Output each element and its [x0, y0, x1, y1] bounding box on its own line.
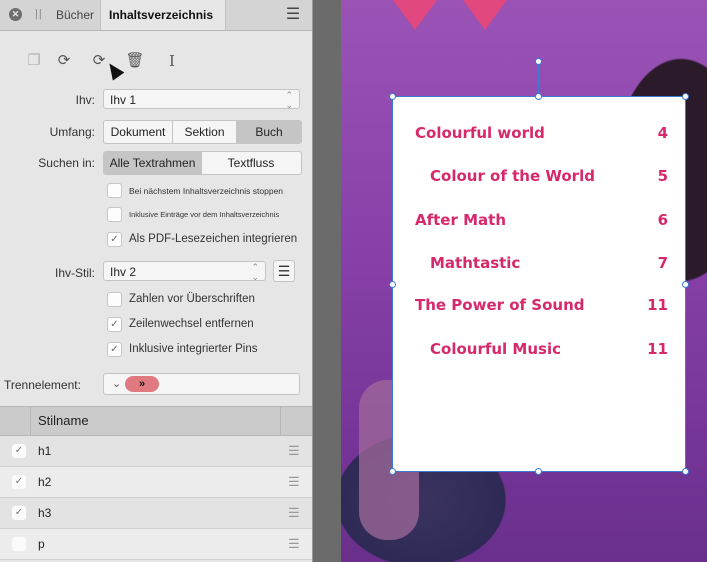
toc-entry-page: 6	[657, 211, 668, 229]
rotate-handle[interactable]	[535, 58, 542, 65]
checkbox[interactable]: ✓	[12, 475, 26, 489]
rotation-stem	[538, 62, 539, 96]
umfang-segmented: Dokument Sektion Buch	[103, 120, 302, 144]
panel-tabbar: ✕ || Bücher Inhaltsverzeichnis ☰	[0, 0, 312, 31]
option-label: Inklusive Einträge vor dem Inhaltsverzei…	[129, 210, 280, 219]
toc-entry-title: Colourful Music	[430, 340, 561, 358]
style-name: p	[38, 537, 45, 551]
stepper-icon: ⌃ ⌄	[285, 90, 293, 110]
option-label: Bei nächstem Inhaltsverzeichnis stoppen	[129, 186, 284, 196]
resize-handle[interactable]	[535, 93, 542, 100]
style-name: h2	[38, 475, 52, 489]
toc-entry-page: 5	[657, 167, 668, 185]
pink-graphic	[463, 0, 507, 30]
suchen-textfluss[interactable]: Textfluss	[202, 152, 300, 174]
checkbox[interactable]: ✓	[12, 444, 26, 458]
text-cursor-icon[interactable]: I	[162, 51, 182, 71]
stil-select[interactable]: Ihv 2 ⌃ ⌄	[103, 261, 266, 282]
toc-entry-title: Mathtastic	[430, 254, 521, 272]
document-canvas[interactable]: Colourful world 4 Colour of the World 5 …	[313, 0, 707, 562]
hamburger-icon[interactable]: ☰	[284, 6, 302, 24]
umfang-buch[interactable]: Buch	[237, 121, 301, 143]
refresh-icon[interactable]: ⟳	[54, 51, 74, 71]
checkbox[interactable]	[107, 183, 122, 198]
checkbox[interactable]	[107, 292, 122, 307]
style-list-header: Stilname	[0, 406, 312, 436]
toc-panel: ✕ || Bücher Inhaltsverzeichnis ☰ ❐ ⟳ ⟳ 🗑…	[0, 0, 313, 562]
toc-text-frame[interactable]: Colourful world 4 Colour of the World 5 …	[392, 96, 686, 472]
style-name: h1	[38, 444, 52, 458]
umfang-dokument[interactable]: Dokument	[104, 121, 173, 143]
trennelement-field[interactable]: ⌄ »	[103, 373, 300, 395]
list-item[interactable]: ✓ h2 ☰	[0, 467, 312, 498]
trash-icon[interactable]: 🗑	[125, 51, 145, 71]
checkbox[interactable]	[107, 207, 122, 222]
checkbox[interactable]	[12, 537, 26, 551]
suchen-segmented: Alle Textrahmen Textfluss	[103, 151, 302, 175]
toc-toolbar: ❐ ⟳ ⟳ 🗑 I	[0, 31, 312, 83]
stil-menu-button[interactable]: ☰	[273, 260, 295, 282]
resize-handle[interactable]	[389, 93, 396, 100]
suchen-label: Suchen in:	[38, 156, 95, 170]
checkbox[interactable]: ✓	[107, 317, 122, 332]
ihv-label: Ihv:	[75, 93, 95, 107]
resize-handle[interactable]	[389, 468, 396, 475]
app-window: ✕ || Bücher Inhaltsverzeichnis ☰ ❐ ⟳ ⟳ 🗑…	[0, 0, 707, 562]
option-label: Zahlen vor Überschriften	[129, 293, 255, 305]
column-divider	[280, 407, 281, 435]
list-item[interactable]: ✓ h3 ☰	[0, 498, 312, 529]
option-label: Zeilenwechsel entfernen	[129, 318, 254, 330]
column-divider	[30, 407, 31, 435]
ihv-select[interactable]: Ihv 1 ⌃ ⌄	[103, 89, 300, 110]
hamburger-icon[interactable]: ☰	[288, 436, 300, 466]
resize-handle[interactable]	[389, 281, 396, 288]
close-icon[interactable]: ✕	[9, 8, 22, 21]
hamburger-icon[interactable]: ☰	[288, 467, 300, 497]
copy-icon[interactable]: ❐	[24, 51, 44, 71]
toc-entry-title: After Math	[415, 211, 506, 229]
toc-entry-page: 11	[647, 296, 668, 314]
resize-handle[interactable]	[682, 93, 689, 100]
chevron-down-icon[interactable]: ⌄	[112, 377, 121, 390]
stepper-icon: ⌃ ⌄	[251, 262, 259, 282]
grip-icon[interactable]: ||	[35, 8, 43, 20]
umfang-label: Umfang:	[49, 125, 95, 139]
toc-entry-title: Colour of the World	[430, 167, 595, 185]
trennelement-label: Trennelement:	[4, 378, 81, 392]
suchen-alle-textrahmen[interactable]: Alle Textrahmen	[104, 152, 202, 174]
checkbox[interactable]: ✓	[12, 506, 26, 520]
toc-entry-title: The Power of Sound	[415, 296, 585, 314]
checkbox[interactable]: ✓	[107, 232, 122, 247]
toc-entry-page: 7	[657, 254, 668, 272]
toc-entry-page: 4	[657, 124, 668, 142]
ihv-value: Ihv 1	[110, 93, 137, 107]
toc-entry-page: 11	[647, 340, 668, 358]
pasteboard	[313, 0, 341, 562]
pink-graphic	[393, 0, 437, 30]
option-label: Inklusive integrierter Pins	[129, 343, 258, 355]
hamburger-icon[interactable]: ☰	[288, 529, 300, 559]
resize-handle[interactable]	[535, 468, 542, 475]
checkbox[interactable]: ✓	[107, 342, 122, 357]
tab-buecher[interactable]: Bücher	[48, 0, 102, 30]
resize-handle[interactable]	[682, 281, 689, 288]
tab-inhaltsverzeichnis[interactable]: Inhaltsverzeichnis	[100, 0, 226, 30]
style-name: h3	[38, 506, 52, 520]
separator-token[interactable]: »	[125, 376, 159, 392]
option-label: Als PDF-Lesezeichen integrieren	[129, 233, 298, 245]
stil-label: Ihv-Stil:	[54, 266, 95, 280]
column-header-stilname[interactable]: Stilname	[38, 407, 89, 435]
list-item[interactable]: p ☰	[0, 529, 312, 560]
list-item[interactable]: ✓ h1 ☰	[0, 436, 312, 467]
hamburger-icon[interactable]: ☰	[288, 498, 300, 528]
stil-value: Ihv 2	[110, 265, 137, 279]
resize-handle[interactable]	[682, 468, 689, 475]
umfang-sektion[interactable]: Sektion	[173, 121, 237, 143]
toc-entry-title: Colourful world	[415, 124, 545, 142]
